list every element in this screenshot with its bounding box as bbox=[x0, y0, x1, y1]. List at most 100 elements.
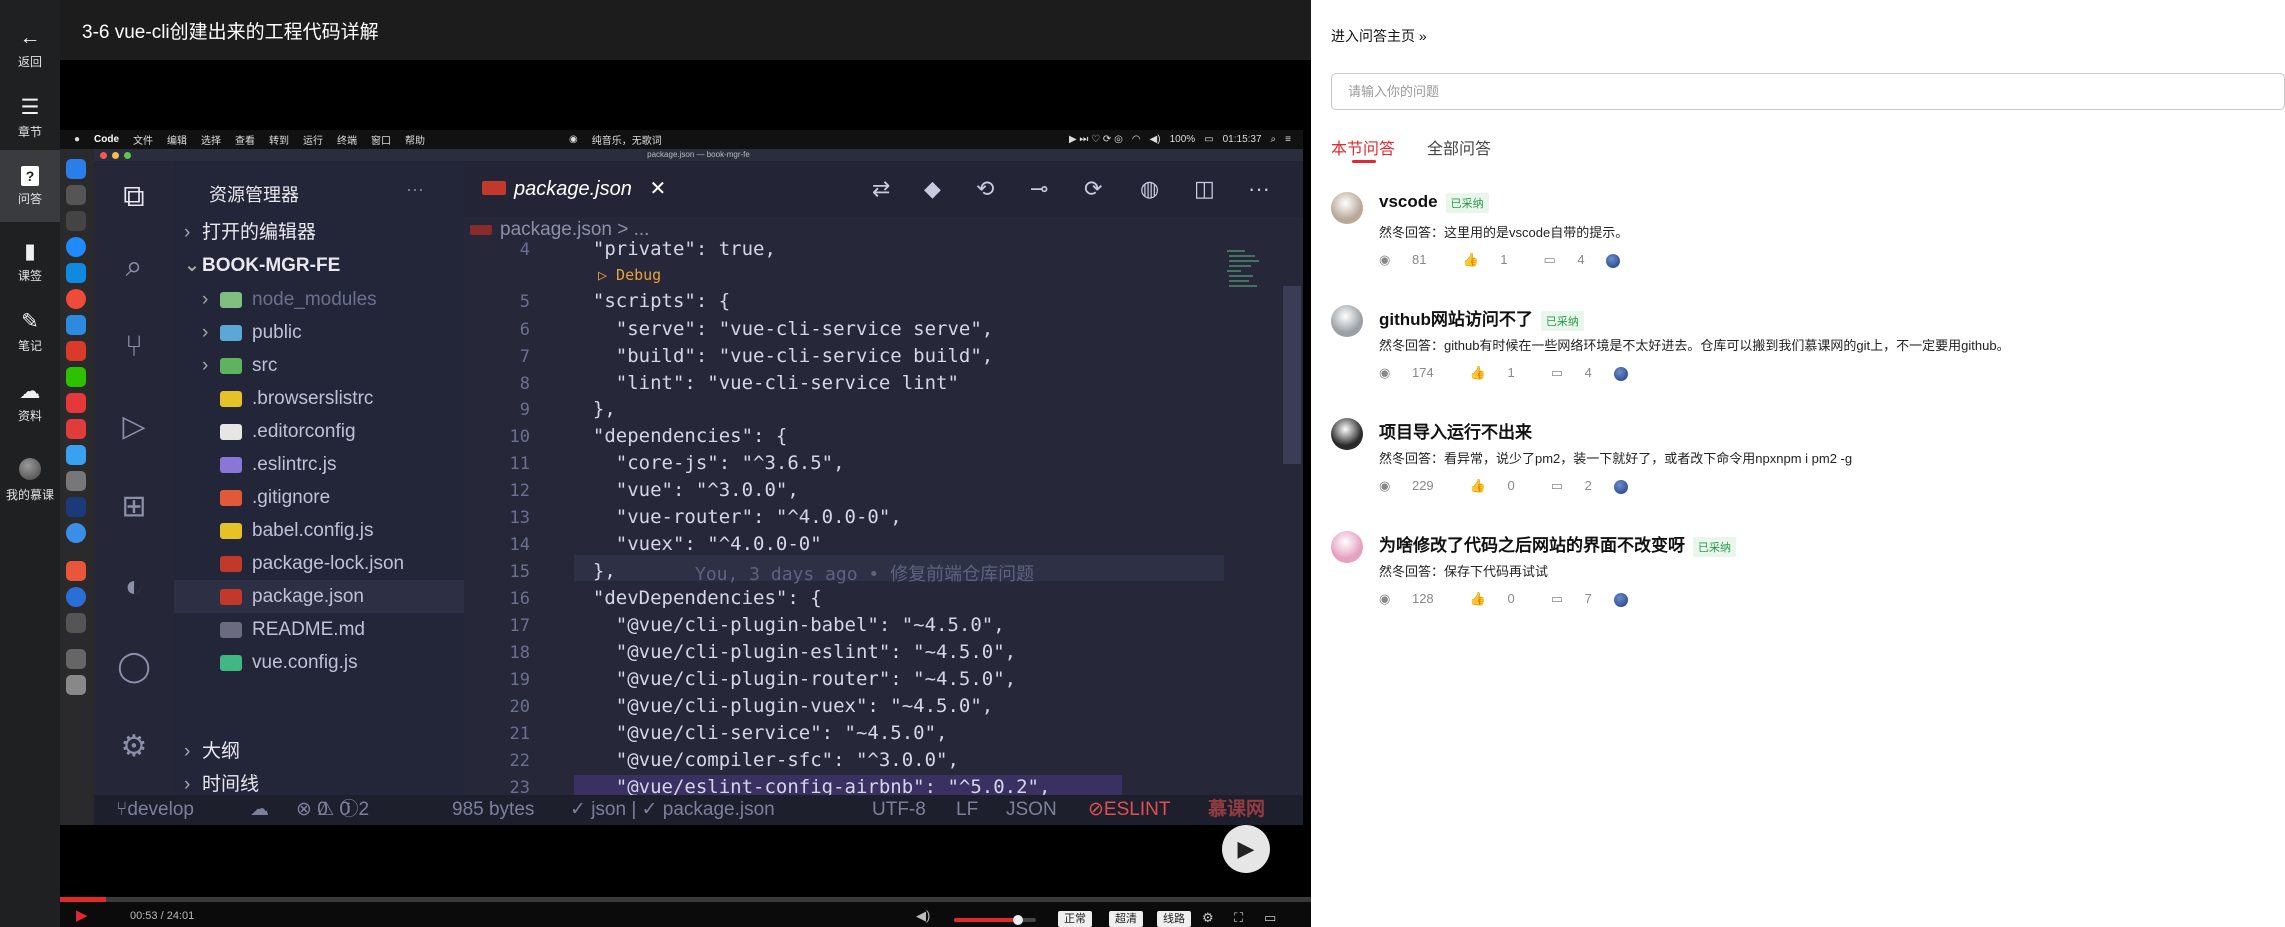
settings-gear-icon[interactable]: ⚙ bbox=[1202, 910, 1214, 926]
comments-stat[interactable]: ▭ 2 bbox=[1551, 478, 1646, 494]
file-item[interactable]: .editorconfig bbox=[174, 415, 464, 448]
sync-icon[interactable]: ☁ bbox=[250, 795, 269, 825]
folder-item[interactable]: › node_modules bbox=[174, 283, 464, 316]
avatar[interactable] bbox=[1331, 305, 1363, 337]
question-title-text[interactable]: 为啥修改了代码之后网站的界面不改变呀 bbox=[1379, 536, 1685, 555]
question-title[interactable]: 为啥修改了代码之后网站的界面不改变呀 已采纳 bbox=[1379, 531, 1736, 557]
file-item[interactable]: package-lock.json bbox=[174, 547, 464, 580]
file-item[interactable]: .gitignore bbox=[174, 481, 464, 514]
sidebar-item-my-mooc[interactable]: 我的慕课 bbox=[0, 450, 60, 510]
comments-stat[interactable]: ▭ 4 bbox=[1551, 365, 1646, 381]
avatar[interactable] bbox=[1331, 531, 1363, 563]
comments-stat[interactable]: ▭ 4 bbox=[1543, 252, 1638, 268]
code-line[interactable]: "devDependencies": { bbox=[570, 587, 822, 609]
code-line[interactable]: "serve": "vue-cli-service serve", bbox=[570, 318, 994, 340]
code-line[interactable]: "vue-router": "^4.0.0-0", bbox=[570, 506, 902, 528]
line-button[interactable]: 线路 bbox=[1157, 911, 1191, 927]
source-control-icon[interactable]: ⑂ bbox=[114, 327, 154, 367]
file-item[interactable]: .browserslistrc bbox=[174, 382, 464, 415]
eslint-status[interactable]: ⊘ ESLINT bbox=[1088, 795, 1170, 825]
code-line[interactable]: "@vue/cli-plugin-babel": "~4.5.0", bbox=[570, 614, 1005, 636]
code-line[interactable]: }, bbox=[570, 398, 616, 420]
tab-section-qa[interactable]: 本节问答 bbox=[1331, 135, 1395, 159]
minimap[interactable] bbox=[1225, 246, 1283, 460]
question-search-input[interactable]: 请输入你的问题 bbox=[1331, 73, 2285, 110]
file-item[interactable]: .eslintrc.js bbox=[174, 448, 464, 481]
account-icon[interactable]: ◯ bbox=[114, 647, 154, 687]
fullscreen-icon[interactable]: ⛶ bbox=[1234, 910, 1243, 926]
sidebar-item-qa[interactable]: ? 问答 bbox=[0, 150, 60, 222]
window-close-button[interactable] bbox=[100, 152, 107, 159]
play-button[interactable]: ▶ bbox=[1222, 825, 1270, 873]
split-editor-icon[interactable]: ◫ bbox=[1194, 176, 1215, 202]
code-line[interactable]: "core-js": "^3.6.5", bbox=[570, 452, 845, 474]
editor-scrollbar[interactable] bbox=[1283, 286, 1301, 464]
more-actions-icon[interactable]: ··· bbox=[406, 179, 424, 200]
tab-all-qa[interactable]: 全部问答 bbox=[1427, 135, 1491, 159]
language-mode[interactable]: JSON bbox=[1006, 795, 1057, 825]
question-title[interactable]: vscode 已采纳 bbox=[1379, 192, 1489, 213]
editor-tab-package-json[interactable]: package.json ✕ bbox=[474, 161, 684, 217]
file-item[interactable]: package.json bbox=[174, 580, 464, 613]
code-line[interactable]: "dependencies": { bbox=[570, 425, 787, 447]
code-line[interactable]: "build": "vue-cli-service build", bbox=[570, 345, 994, 367]
previous-change-icon[interactable]: ⟲ bbox=[976, 176, 994, 202]
play-icon[interactable]: ▶ bbox=[76, 906, 88, 924]
commit-icon[interactable]: ⊸ bbox=[1030, 176, 1048, 202]
json-schema-status[interactable]: ✓ json | ✓ package.json bbox=[570, 795, 775, 825]
file-item[interactable]: vue.config.js bbox=[174, 646, 464, 679]
avatar[interactable] bbox=[1331, 418, 1363, 450]
folder-item[interactable]: › public bbox=[174, 316, 464, 349]
window-minimize-button[interactable] bbox=[112, 152, 119, 159]
code-line[interactable]: "scripts": { bbox=[570, 290, 730, 312]
eol-status[interactable]: LF bbox=[956, 795, 978, 825]
search-icon[interactable]: ⌕ bbox=[114, 247, 154, 287]
quality-button[interactable]: 超清 bbox=[1109, 911, 1143, 927]
next-change-icon[interactable]: ⟳ bbox=[1084, 176, 1102, 202]
file-item[interactable]: babel.config.js bbox=[174, 514, 464, 547]
code-line[interactable]: "@vue/cli-service": "~4.5.0", bbox=[570, 722, 948, 744]
git-icon[interactable]: ◆ bbox=[924, 176, 941, 202]
code-line[interactable]: "lint": "vue-cli-service lint" bbox=[570, 372, 959, 394]
sidebar-item-chapters[interactable]: ☰ 章节 bbox=[0, 88, 60, 148]
qa-home-link[interactable]: 进入问答主页 » bbox=[1331, 26, 1427, 46]
problems-status[interactable]: ⊗ 0 ⚠ 0 ⓘ 2 bbox=[296, 795, 369, 825]
volume-icon[interactable]: ◀) bbox=[916, 908, 930, 924]
project-folder[interactable]: ⌄ BOOK-MGR-FE bbox=[174, 249, 464, 282]
code-line[interactable]: }, bbox=[570, 560, 616, 582]
branch-status[interactable]: ⑂ develop bbox=[116, 795, 194, 825]
code-line[interactable]: "@vue/compiler-sfc": "^3.0.0", bbox=[570, 749, 959, 771]
close-icon[interactable]: ✕ bbox=[649, 178, 666, 200]
likes-stat[interactable]: 👍 0 bbox=[1470, 591, 1533, 606]
volume-slider-knob[interactable] bbox=[1013, 915, 1023, 925]
question-title-text[interactable]: vscode bbox=[1379, 192, 1438, 211]
likes-stat[interactable]: 👍 1 bbox=[1462, 252, 1525, 267]
git-graph-icon[interactable]: ◐ bbox=[114, 567, 154, 607]
likes-stat[interactable]: 👍 0 bbox=[1470, 478, 1533, 493]
code-line[interactable]: "vue": "^3.0.0", bbox=[570, 479, 799, 501]
question-title-text[interactable]: github网站访问不了 bbox=[1379, 310, 1533, 329]
encoding-status[interactable]: UTF-8 bbox=[872, 795, 926, 825]
speed-button[interactable]: 正常 bbox=[1058, 911, 1092, 927]
folder-item[interactable]: › src bbox=[174, 349, 464, 382]
sidebar-item-notes[interactable]: ✎ 笔记 bbox=[0, 302, 60, 362]
window-zoom-button[interactable] bbox=[124, 152, 131, 159]
more-actions-icon[interactable]: ··· bbox=[1248, 176, 1270, 202]
run-debug-icon[interactable]: ▷ bbox=[114, 407, 154, 447]
sidebar-item-back[interactable]: ← 返回 bbox=[0, 18, 60, 78]
git-lens-icon[interactable]: ◍ bbox=[1140, 176, 1159, 202]
sidebar-item-bookmark[interactable]: ▮ 课签 bbox=[0, 232, 60, 292]
outline-section[interactable]: › 大纲 bbox=[174, 735, 464, 768]
question-title[interactable]: github网站访问不了 已采纳 bbox=[1379, 305, 1584, 331]
debug-codelens[interactable]: ▷ Debug bbox=[598, 266, 661, 284]
comments-stat[interactable]: ▭ 7 bbox=[1551, 591, 1646, 607]
avatar[interactable] bbox=[1331, 192, 1363, 224]
question-title[interactable]: 项目导入运行不出来 bbox=[1379, 418, 1532, 443]
compare-changes-icon[interactable]: ⇄ bbox=[872, 176, 890, 202]
explorer-icon[interactable]: ⧉ bbox=[114, 177, 154, 217]
code-line[interactable]: "@vue/cli-plugin-vuex": "~4.5.0", bbox=[570, 695, 994, 717]
code-line[interactable]: "@vue/cli-plugin-router": "~4.5.0", bbox=[570, 668, 1016, 690]
code-line[interactable]: "@vue/cli-plugin-eslint": "~4.5.0", bbox=[570, 641, 1016, 663]
file-item[interactable]: README.md bbox=[174, 613, 464, 646]
extensions-icon[interactable]: ⊞ bbox=[114, 487, 154, 527]
